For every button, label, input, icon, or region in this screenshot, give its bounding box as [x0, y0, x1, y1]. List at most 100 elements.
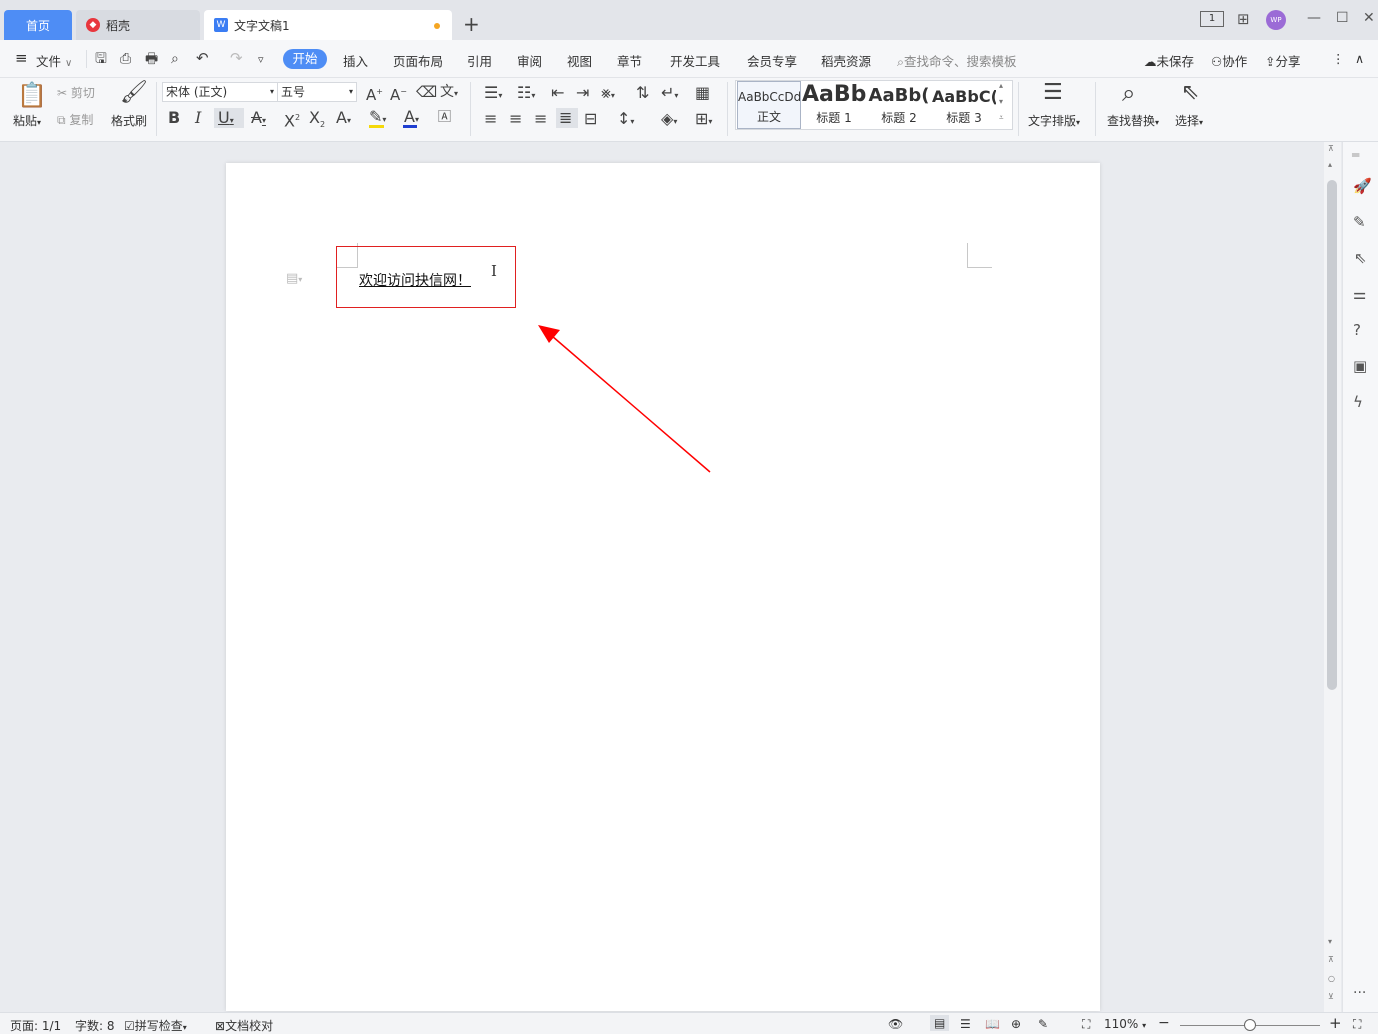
subscript-icon[interactable]: X2	[309, 109, 325, 133]
adjust-icon[interactable]: ⚌	[1353, 285, 1366, 303]
scroll-top-icon[interactable]: ⊼	[1328, 144, 1334, 153]
italic-icon[interactable]: I	[195, 110, 201, 126]
eye-protection-icon[interactable]: 👁	[888, 1017, 903, 1031]
document-page[interactable]: ▤▾ 欢迎访问抉信网！ I	[226, 163, 1100, 1011]
paste-icon[interactable]: 📋	[17, 83, 47, 107]
browse-object-icon[interactable]: ○	[1328, 974, 1335, 983]
bold-icon[interactable]: B	[168, 110, 180, 126]
print-preview-icon[interactable]: ⌕	[171, 51, 179, 67]
fit-page-icon[interactable]: ⛶	[1082, 1017, 1090, 1032]
paste-button[interactable]: 粘贴▾	[13, 112, 41, 129]
font-size-select[interactable]: 五号 ▾	[277, 82, 357, 102]
grid-apps-icon[interactable]: ⊞	[1237, 10, 1250, 28]
style-scroll-down-icon[interactable]: ▾	[999, 97, 1003, 106]
distributed-icon[interactable]: ⊟	[584, 111, 597, 127]
zoom-in-icon[interactable]: +	[1329, 1014, 1342, 1032]
writing-mode-icon[interactable]: ✎	[1038, 1017, 1048, 1031]
table-grid-icon[interactable]: ▦	[695, 85, 710, 101]
reading-view-icon[interactable]: 📖	[985, 1017, 1000, 1031]
lightning-icon[interactable]: ϟ	[1353, 393, 1363, 411]
strikethrough-icon[interactable]: A▾	[251, 110, 266, 129]
clear-format-icon[interactable]: ⌫	[416, 84, 437, 100]
menu-tab-member[interactable]: 会员专享	[747, 51, 797, 70]
menu-tab-start[interactable]: 开始	[283, 49, 327, 69]
tab-daoke[interactable]: ◆ 稻壳	[76, 10, 200, 40]
align-center-icon[interactable]: ≡	[509, 111, 522, 127]
outline-view-icon[interactable]: ☰	[960, 1017, 971, 1031]
chinese-layout-icon[interactable]: ⨳▾	[601, 85, 615, 104]
select-cursor-icon[interactable]: ⇖	[1181, 82, 1199, 104]
export-pdf-icon[interactable]: ⎙	[120, 51, 131, 67]
prev-page-icon[interactable]: ⊼	[1328, 955, 1334, 964]
redo-icon[interactable]: ↷	[230, 50, 243, 66]
menu-tab-insert[interactable]: 插入	[343, 51, 368, 70]
borders-icon[interactable]: ⊞▾	[695, 111, 712, 130]
tab-home[interactable]: 首页	[4, 10, 72, 40]
undo-icon[interactable]: ↶	[196, 50, 209, 66]
style-expand-icon[interactable]: ⩡	[999, 113, 1004, 123]
text-layout-button[interactable]: 文字排版▾	[1028, 112, 1080, 129]
justify-icon[interactable]: ≣	[556, 108, 578, 128]
menu-tab-page-layout[interactable]: 页面布局	[393, 51, 443, 70]
scroll-thumb[interactable]	[1327, 180, 1337, 690]
shrink-font-icon[interactable]: A−	[390, 84, 407, 103]
style-scroll-up-icon[interactable]: ▴	[999, 81, 1003, 90]
increase-indent-icon[interactable]: ⇥	[576, 85, 589, 101]
vertical-scrollbar[interactable]: ⊼ ▴ ▾ ⊼ ○ ⊻	[1324, 142, 1341, 1012]
print-icon[interactable]: 🖶	[145, 51, 158, 67]
grow-font-icon[interactable]: A+	[366, 84, 383, 103]
proofread-button[interactable]: ⊠文档校对	[215, 1017, 273, 1034]
find-replace-button[interactable]: 查找替换▾	[1107, 112, 1159, 129]
scroll-down-icon[interactable]: ▾	[1328, 937, 1332, 946]
numbering-icon[interactable]: ☷▾	[517, 85, 535, 104]
menu-tab-view[interactable]: 视图	[567, 51, 592, 70]
more-options-icon[interactable]: ⋮	[1332, 51, 1345, 66]
cut-button[interactable]: ✂ 剪切	[57, 84, 95, 101]
pinyin-guide-icon[interactable]: 文▾	[440, 84, 458, 102]
share-button[interactable]: ⇪分享	[1265, 51, 1301, 70]
rocket-icon[interactable]: 🚀	[1353, 177, 1372, 195]
format-painter-button[interactable]: 格式刷	[111, 112, 147, 129]
superscript-icon[interactable]: X2	[284, 110, 300, 129]
minimize-icon[interactable]: —	[1307, 10, 1321, 26]
spell-check-button[interactable]: ☑拼写检查▾	[124, 1017, 187, 1034]
collapse-ribbon-icon[interactable]: ∧	[1355, 51, 1364, 66]
scroll-up-icon[interactable]: ▴	[1328, 160, 1332, 169]
format-painter-icon[interactable]: 🖌	[120, 82, 148, 104]
next-page-icon[interactable]: ⊻	[1328, 992, 1334, 1001]
cursor-icon[interactable]: ⇖	[1354, 249, 1367, 267]
zoom-level-button[interactable]: 110% ▾	[1104, 1017, 1146, 1031]
align-right-icon[interactable]: ≡	[534, 111, 547, 127]
more-dropdown-icon[interactable]: ▿	[258, 52, 264, 68]
style-normal[interactable]: AaBbCcDd 正文	[737, 81, 801, 129]
image-edit-icon[interactable]: ▣	[1353, 357, 1367, 375]
text-layout-icon[interactable]: ☰	[1043, 82, 1063, 104]
menu-tab-section[interactable]: 章节	[617, 51, 642, 70]
select-button[interactable]: 选择▾	[1175, 112, 1203, 129]
pen-icon[interactable]: ✎	[1353, 213, 1366, 231]
align-left-icon[interactable]: ≡	[484, 111, 497, 127]
sort-icon[interactable]: ⇅	[636, 85, 649, 101]
font-name-select[interactable]: 宋体 (正文) ▾	[162, 82, 278, 102]
close-icon[interactable]: ✕	[1363, 10, 1375, 26]
menu-tab-references[interactable]: 引用	[467, 51, 492, 70]
find-replace-icon[interactable]: ⌕	[1122, 81, 1135, 105]
text-effect-icon[interactable]: A▾	[336, 110, 351, 129]
new-tab-button[interactable]: +	[463, 12, 480, 36]
collab-button[interactable]: ⚇协作	[1211, 51, 1247, 70]
word-count[interactable]: 字数: 8	[75, 1017, 115, 1034]
menu-tab-review[interactable]: 审阅	[517, 51, 542, 70]
save-icon[interactable]: 🖫	[95, 51, 107, 67]
web-view-icon[interactable]: ⊕	[1011, 1017, 1021, 1031]
decrease-indent-icon[interactable]: ⇤	[551, 85, 564, 101]
menu-tab-daoke-resources[interactable]: 稻壳资源	[821, 51, 871, 70]
shading-icon[interactable]: ◈▾	[661, 111, 677, 130]
menu-file[interactable]: 文件 ∨	[36, 51, 72, 70]
avatar[interactable]: WP	[1266, 10, 1286, 30]
style-heading-3[interactable]: AaBbC( 标题 3	[932, 81, 996, 129]
line-spacing-icon[interactable]: ↕▾	[617, 111, 634, 130]
page-layout-button[interactable]: 1	[1200, 11, 1224, 27]
more-icon[interactable]: ···	[1353, 985, 1366, 1001]
page-view-icon[interactable]: ▤	[930, 1015, 950, 1031]
copy-button[interactable]: ⧉ 复制	[57, 111, 93, 128]
